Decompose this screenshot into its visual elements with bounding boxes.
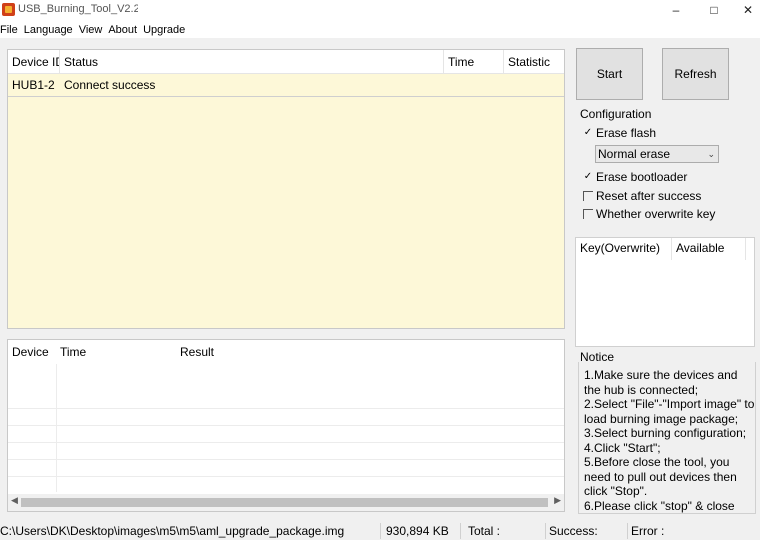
erase-mode-value: Normal erase bbox=[598, 147, 671, 161]
chevron-down-icon: ⌄ bbox=[707, 149, 715, 159]
status-bar: C:\Users\DK\Desktop\images\m5\m5\aml_upg… bbox=[0, 522, 760, 540]
grid-line bbox=[56, 364, 57, 492]
key-list-header: Key(Overwrite) Available bbox=[576, 238, 754, 260]
checkmark-icon: ✓ bbox=[583, 127, 593, 138]
erase-mode-select[interactable]: Normal erase ⌄ bbox=[595, 145, 719, 163]
image-path: C:\Users\DK\Desktop\images\m5\m5\aml_upg… bbox=[0, 524, 345, 538]
status-separator bbox=[460, 523, 461, 539]
result-grid bbox=[8, 364, 564, 492]
column-result-device-id[interactable]: Device ID bbox=[8, 340, 56, 364]
device-status-list[interactable]: Device ID Status Time Statistic HUB1-2 C… bbox=[7, 49, 565, 329]
error-count: Error : bbox=[631, 524, 665, 538]
column-time[interactable]: Time bbox=[444, 50, 504, 73]
checkmark-icon: ✓ bbox=[583, 171, 593, 182]
unchecked-box-icon bbox=[583, 209, 593, 219]
result-list[interactable]: Device ID Time Result ◀ ▶ bbox=[7, 339, 565, 512]
success-count: Success: bbox=[549, 524, 598, 538]
time-cell bbox=[444, 74, 504, 96]
unchecked-box-icon bbox=[583, 191, 593, 201]
menu-language[interactable]: Language bbox=[22, 24, 77, 36]
overwrite-key-label: Whether overwrite key bbox=[596, 207, 716, 221]
key-list[interactable]: Key(Overwrite) Available bbox=[575, 237, 755, 347]
start-button[interactable]: Start bbox=[576, 48, 643, 100]
close-button[interactable]: ✕ bbox=[731, 0, 760, 21]
column-result-device-id-label: Device ID bbox=[12, 345, 52, 359]
title-bar: USB_Burning_Tool_V2.2.3.3 – □ ✕ bbox=[0, 0, 760, 21]
column-device-id[interactable]: Device ID bbox=[8, 50, 60, 73]
grid-line bbox=[8, 425, 564, 426]
statistic-cell bbox=[504, 74, 564, 96]
maximize-button[interactable]: □ bbox=[697, 0, 731, 21]
menu-file[interactable]: File bbox=[0, 24, 22, 36]
image-size: 930,894 KB bbox=[386, 524, 449, 538]
menu-view[interactable]: View bbox=[77, 24, 107, 36]
column-key-overwrite[interactable]: Key(Overwrite) bbox=[576, 238, 672, 260]
horizontal-scrollbar[interactable]: ◀ ▶ bbox=[8, 494, 564, 511]
erase-flash-label: Erase flash bbox=[596, 126, 657, 140]
grid-line bbox=[8, 408, 564, 409]
notice-text: 1.Make sure the devices and the hub is c… bbox=[584, 368, 755, 513]
device-id-cell: HUB1-2 bbox=[12, 78, 55, 92]
minimize-button[interactable]: – bbox=[659, 0, 693, 21]
menu-upgrade[interactable]: Upgrade bbox=[141, 24, 189, 36]
window-title: USB_Burning_Tool_V2.2.3.3 bbox=[18, 3, 138, 15]
reset-after-success-label: Reset after success bbox=[596, 189, 702, 203]
total-count: Total : bbox=[468, 524, 501, 538]
menu-bar: File Language View About Upgrade bbox=[0, 21, 760, 38]
grid-line bbox=[8, 442, 564, 443]
refresh-button[interactable]: Refresh bbox=[662, 48, 729, 100]
column-statistic[interactable]: Statistic bbox=[504, 50, 564, 73]
status-separator bbox=[380, 523, 381, 539]
device-row[interactable]: HUB1-2 Connect success bbox=[8, 74, 564, 97]
reset-after-success-checkbox[interactable]: Reset after success bbox=[583, 189, 701, 203]
overwrite-key-checkbox[interactable]: Whether overwrite key bbox=[583, 207, 715, 221]
status-separator bbox=[545, 523, 546, 539]
scroll-left-icon[interactable]: ◀ bbox=[11, 495, 18, 506]
column-result-result[interactable]: Result bbox=[176, 340, 376, 364]
grid-line bbox=[8, 476, 564, 477]
scroll-right-icon[interactable]: ▶ bbox=[554, 495, 561, 506]
device-list-header: Device ID Status Time Statistic bbox=[8, 50, 564, 74]
configuration-label: Configuration bbox=[580, 107, 652, 121]
erase-flash-checkbox[interactable]: ✓ Erase flash bbox=[583, 126, 656, 140]
status-cell: Connect success bbox=[64, 78, 156, 92]
column-result-time[interactable]: Time bbox=[56, 340, 176, 364]
menu-about[interactable]: About bbox=[106, 24, 141, 36]
erase-bootloader-label: Erase bootloader bbox=[596, 170, 688, 184]
result-list-header: Device ID Time Result bbox=[8, 340, 564, 364]
scroll-thumb[interactable] bbox=[21, 498, 548, 507]
erase-bootloader-checkbox[interactable]: ✓ Erase bootloader bbox=[583, 170, 688, 184]
app-icon bbox=[2, 3, 15, 16]
status-separator bbox=[627, 523, 628, 539]
grid-line bbox=[8, 459, 564, 460]
column-status[interactable]: Status bbox=[60, 50, 444, 73]
column-available[interactable]: Available bbox=[672, 238, 746, 260]
